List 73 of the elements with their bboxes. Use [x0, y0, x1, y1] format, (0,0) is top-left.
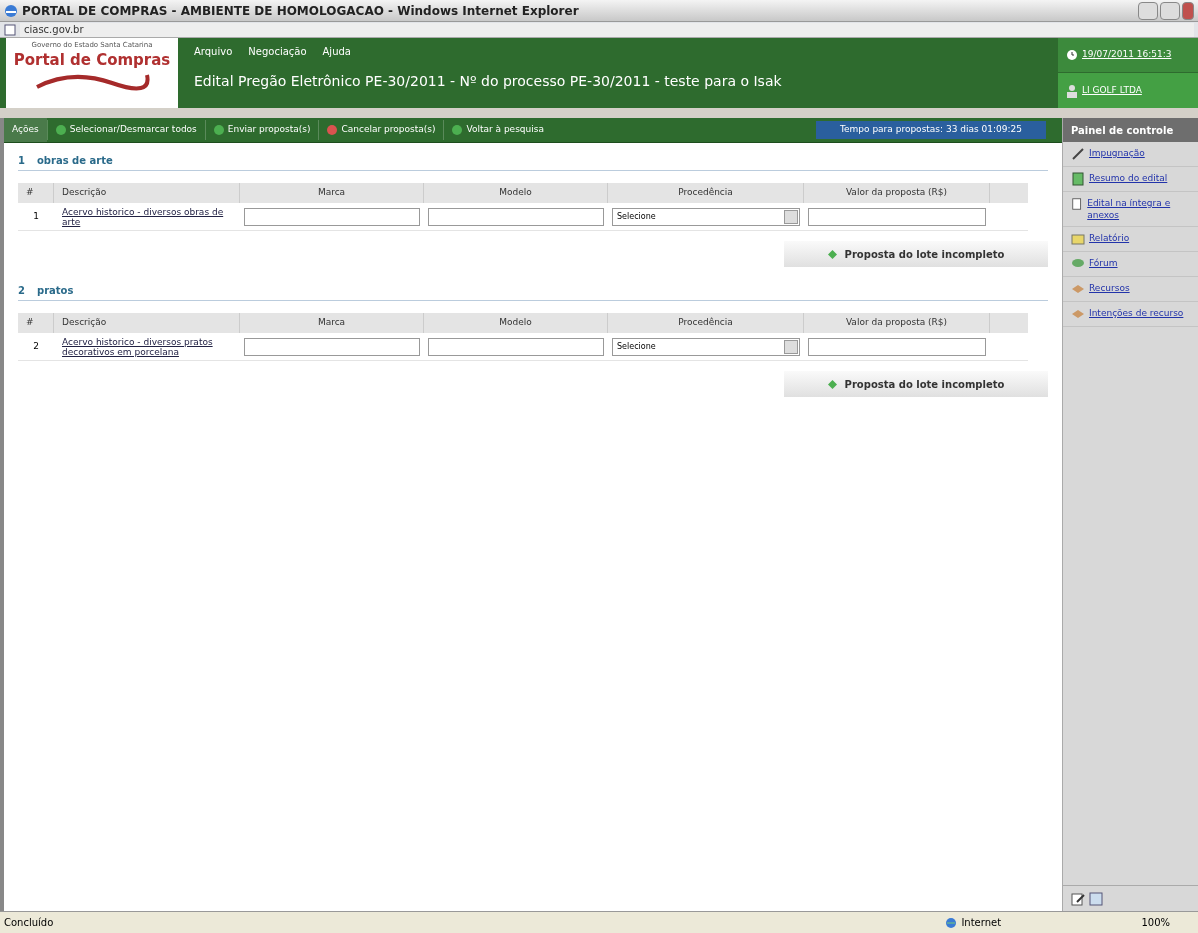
document-icon: [1071, 197, 1084, 211]
pen-icon: [1071, 147, 1085, 161]
page-icon: [4, 23, 16, 36]
address-field[interactable]: ciasc.gov.br: [20, 22, 1194, 37]
diamond-icon: [827, 249, 837, 259]
column-header: Procedência: [608, 313, 804, 333]
user-icon: [1066, 83, 1078, 98]
panel-link[interactable]: Intenções de recurso: [1089, 307, 1184, 319]
globe-icon: [945, 916, 958, 929]
panel-title: Painel de controle: [1063, 118, 1198, 142]
value-input[interactable]: [808, 207, 986, 226]
column-header: Marca: [240, 183, 424, 203]
sheet-icon: [1071, 172, 1085, 186]
toolbar-button[interactable]: Cancelar proposta(s): [318, 120, 444, 140]
lot-title: obras de arte: [36, 154, 113, 168]
panel-link[interactable]: Resumo do edital: [1089, 172, 1168, 184]
close-button[interactable]: [1182, 1, 1194, 20]
timer-bar: Tempo para propostas: 33 dias 01:09:25: [816, 121, 1046, 139]
circle-icon: [213, 125, 224, 135]
dropdown[interactable]: Selecione: [612, 337, 800, 356]
column-header: Procedência: [608, 183, 804, 203]
clock-icon: [1066, 49, 1078, 61]
toolbar-button[interactable]: Enviar proposta(s): [204, 120, 319, 140]
item-link[interactable]: Acervo historico - diversos obras de arte: [54, 206, 240, 227]
column-header: Modelo: [424, 313, 608, 333]
column-header: Valor da proposta (R$): [804, 313, 990, 333]
text-input[interactable]: [428, 337, 604, 356]
dropdown[interactable]: Selecione: [612, 207, 800, 226]
lot-number: 1: [18, 154, 25, 168]
menu-item[interactable]: Arquivo: [194, 44, 233, 59]
panel-link[interactable]: Relatório: [1089, 232, 1130, 244]
column-header: #: [18, 183, 54, 203]
panel-link[interactable]: Fórum: [1089, 257, 1118, 269]
column-header: Descrição: [54, 183, 240, 203]
actions-label: Ações: [4, 118, 47, 142]
column-header: Marca: [240, 313, 424, 333]
incomplete-lot-button[interactable]: Proposta do lote incompleto: [784, 371, 1048, 397]
browser-logo-icon: [4, 3, 18, 18]
minimize-button[interactable]: [1138, 1, 1158, 20]
column-header: Valor da proposta (R$): [804, 183, 990, 203]
circle-icon: [327, 125, 338, 135]
text-input[interactable]: [244, 207, 420, 226]
toolbar-button[interactable]: Selecionar/Desmarcar todos: [46, 120, 205, 140]
note-icon[interactable]: [1071, 891, 1085, 906]
circle-icon: [55, 125, 66, 135]
datetime-link[interactable]: 19/07/2011 16:51:3: [1082, 48, 1172, 62]
folder-icon: [1071, 232, 1085, 246]
row-number: 2: [32, 339, 40, 353]
status-text: Concluído: [4, 916, 55, 930]
row-number: 1: [32, 209, 40, 223]
panel-link[interactable]: Recursos: [1089, 282, 1130, 294]
lot-title: pratos: [36, 284, 74, 298]
toolbar-button[interactable]: Voltar à pesquisa: [443, 120, 552, 140]
lot-number: 2: [18, 284, 25, 298]
incomplete-lot-button[interactable]: Proposta do lote incompleto: [784, 241, 1048, 267]
panel-link[interactable]: Edital na íntegra e anexos: [1087, 197, 1190, 221]
diamond-icon: [827, 379, 837, 389]
zone-text: Internet: [961, 916, 1003, 930]
circle-icon: [452, 125, 463, 135]
menu-item[interactable]: Ajuda: [322, 44, 351, 59]
panel-link[interactable]: Impugnação: [1089, 147, 1145, 159]
value-input[interactable]: [808, 337, 986, 356]
page-title: Edital Pregão Eletrônico PE-30/2011 - Nº do processo PE-30/2011 - teste para o Isak: [194, 72, 783, 91]
maximize-button[interactable]: [1160, 1, 1180, 20]
text-input[interactable]: [244, 337, 420, 356]
column-header: Descrição: [54, 313, 240, 333]
column-header: #: [18, 313, 54, 333]
item-link[interactable]: Acervo historico - diversos pratos decorativos em porcelana: [54, 336, 240, 357]
menu-item[interactable]: Negociação: [248, 44, 307, 59]
zoom-button[interactable]: 100%: [1141, 915, 1170, 930]
text-input[interactable]: [428, 207, 604, 226]
window-title: PORTAL DE COMPRAS - AMBIENTE DE HOMOLOGACAO - Windows Internet Explorer: [22, 2, 579, 20]
column-header: Modelo: [424, 183, 608, 203]
